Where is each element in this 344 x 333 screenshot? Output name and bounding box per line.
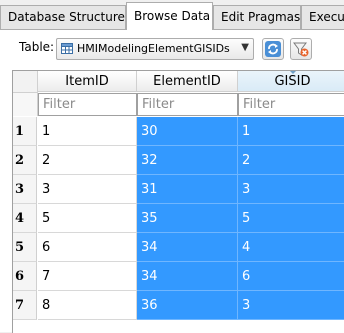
filter-input-itemid[interactable] — [38, 93, 137, 116]
tab-edit-pragmas[interactable]: Edit Pragmas — [213, 5, 301, 29]
table-cell[interactable]: 3 — [238, 175, 344, 204]
row-header[interactable]: 4 — [13, 204, 37, 233]
table-icon — [61, 43, 73, 54]
table-cell[interactable]: 1 — [38, 117, 137, 146]
column-header-label: ElementID — [153, 74, 221, 89]
tab-bar: Database Structure Browse Data Edit Prag… — [0, 0, 344, 30]
table-cell[interactable]: 31 — [137, 175, 238, 204]
table-cell[interactable]: 35 — [137, 204, 238, 233]
table-cell[interactable]: 5 — [238, 204, 344, 233]
column-header-label: ItemID — [65, 74, 109, 89]
column-header-elementid[interactable]: ElementID — [137, 71, 238, 92]
table-cell[interactable]: 2 — [238, 146, 344, 175]
row-header[interactable]: 1 — [13, 117, 37, 146]
filter-field[interactable] — [138, 94, 237, 115]
table-cell[interactable]: 3 — [238, 291, 344, 320]
row-header[interactable]: 6 — [13, 262, 37, 291]
row-header[interactable]: 3 — [13, 175, 37, 204]
tab-browse-data[interactable]: Browse Data — [126, 2, 213, 30]
table-cell[interactable]: 6 — [238, 262, 344, 291]
refresh-icon — [265, 41, 281, 57]
table-cell[interactable]: 4 — [238, 233, 344, 262]
tab-label: Browse Data — [134, 9, 211, 23]
table-cell[interactable]: 7 — [38, 262, 137, 291]
filter-row-corner — [13, 93, 38, 116]
grid-corner[interactable] — [13, 71, 38, 93]
row-header[interactable]: 5 — [13, 233, 37, 262]
column-header-label: GISID — [274, 74, 311, 89]
tab-label: Database Structure — [8, 10, 125, 24]
tab-label: Edit Pragmas — [221, 10, 301, 24]
column-header-gisid[interactable]: GISID — [238, 71, 344, 92]
table-label: Table: — [19, 40, 55, 54]
table-cell[interactable]: 2 — [38, 146, 137, 175]
tab-label: Execute SQL — [309, 10, 344, 24]
table-cell[interactable]: 34 — [137, 262, 238, 291]
table-select-value: HMIModelingElementGISIDs — [77, 42, 230, 55]
table-cell[interactable]: 34 — [137, 233, 238, 262]
clear-filters-button[interactable] — [290, 38, 312, 60]
table-cell[interactable]: 32 — [137, 146, 238, 175]
filter-input-elementid[interactable] — [137, 93, 238, 116]
column-header-itemid[interactable]: ItemID — [38, 71, 137, 92]
chevron-down-icon: ▼ — [241, 42, 249, 53]
filter-input-gisid[interactable] — [238, 93, 344, 116]
table-cell[interactable]: 5 — [38, 204, 137, 233]
browse-data-panel: Table: HMIModelingElementGISIDs ▼ ItemID… — [0, 30, 344, 333]
table-select[interactable]: HMIModelingElementGISIDs ▼ — [56, 38, 254, 60]
row-header[interactable]: 7 — [13, 291, 37, 320]
tab-database-structure[interactable]: Database Structure — [0, 5, 126, 29]
table-cell[interactable]: 36 — [137, 291, 238, 320]
tab-execute-sql[interactable]: Execute SQL — [301, 5, 344, 29]
data-grid: ItemID ElementID GISID 1 1 30 1 2 2 32 2… — [12, 70, 344, 333]
table-cell[interactable]: 8 — [38, 291, 137, 320]
row-header[interactable]: 2 — [13, 146, 37, 175]
filter-field[interactable] — [39, 94, 136, 115]
table-cell[interactable]: 6 — [38, 233, 137, 262]
filter-field[interactable] — [239, 94, 344, 115]
sort-indicator-icon — [288, 71, 297, 74]
clear-filters-icon — [293, 42, 309, 57]
table-cell[interactable]: 1 — [238, 117, 344, 146]
table-cell[interactable]: 3 — [38, 175, 137, 204]
refresh-button[interactable] — [262, 38, 284, 60]
table-cell[interactable]: 30 — [137, 117, 238, 146]
